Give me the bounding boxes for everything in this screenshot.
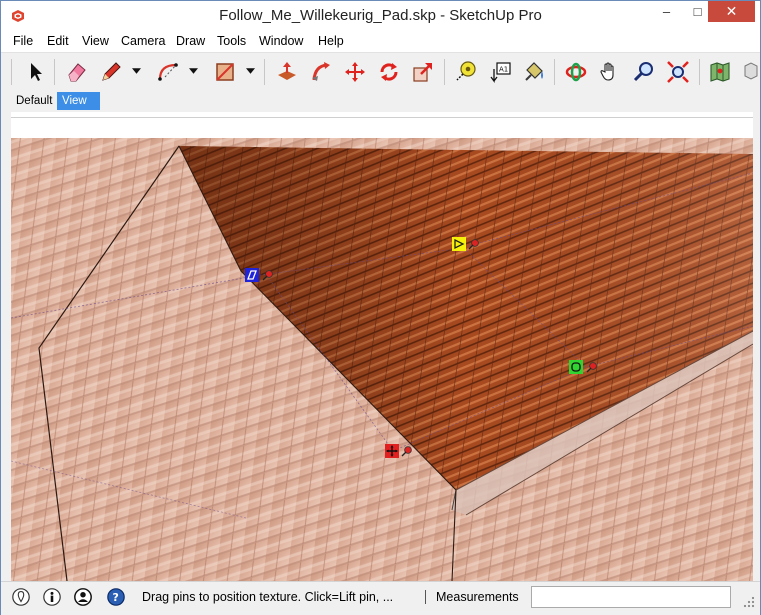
move-icon[interactable] — [341, 58, 369, 86]
toolbar-grip — [11, 59, 12, 85]
menu-view[interactable]: View — [82, 34, 109, 48]
menu-help[interactable]: Help — [318, 34, 344, 48]
toolbar-separator — [444, 59, 445, 85]
skew-pin-blue-icon[interactable] — [245, 268, 259, 282]
pushpin-icon — [586, 361, 598, 373]
pushpin-icon — [468, 238, 480, 250]
scale-icon[interactable] — [409, 58, 437, 86]
push-pull-icon[interactable] — [273, 58, 301, 86]
arc-dropdown-icon[interactable] — [188, 65, 198, 77]
pushpin-icon — [401, 445, 413, 457]
menu-file[interactable]: File — [13, 34, 33, 48]
measurements-label: Measurements — [436, 590, 519, 604]
rotate-icon[interactable] — [375, 58, 403, 86]
roof-tile-scene[interactable] — [11, 118, 753, 581]
measurements-input[interactable] — [531, 586, 731, 608]
menu-camera[interactable]: Camera — [121, 34, 165, 48]
scene-tabs: Default View — [1, 90, 760, 112]
orbit-icon[interactable] — [562, 58, 590, 86]
window-title: Follow_Me_Willekeurig_Pad.skp - SketchUp… — [219, 7, 542, 24]
app-window: Follow_Me_Willekeurig_Pad.skp - SketchUp… — [0, 0, 761, 615]
svg-text:A1: A1 — [499, 66, 508, 74]
status-separator — [425, 590, 426, 604]
menu-draw[interactable]: Draw — [176, 34, 205, 48]
eraser-icon[interactable] — [63, 58, 91, 86]
pencil-dropdown-icon[interactable] — [131, 65, 141, 77]
zoom-icon[interactable] — [630, 58, 658, 86]
component-icon[interactable] — [737, 58, 761, 86]
tape-measure-icon[interactable] — [452, 58, 480, 86]
svg-text:?: ? — [113, 591, 119, 604]
menu-window[interactable]: Window — [259, 34, 303, 48]
menu-edit[interactable]: Edit — [47, 34, 69, 48]
status-bar: ? Drag pins to position texture. Click=L… — [1, 581, 760, 615]
arc-icon[interactable] — [154, 58, 182, 86]
resize-grip-icon[interactable] — [741, 594, 755, 608]
map-icon[interactable] — [706, 58, 734, 86]
distort-pin-yellow-icon[interactable] — [452, 237, 466, 251]
pushpin-icon — [262, 269, 274, 281]
select-arrow-icon[interactable] — [22, 58, 50, 86]
rectangle-dropdown-icon[interactable] — [245, 65, 255, 77]
geo-location-icon[interactable] — [10, 586, 32, 608]
viewport-left-border — [1, 112, 11, 581]
title-bar: Follow_Me_Willekeurig_Pad.skp - SketchUp… — [1, 1, 760, 32]
toolbar-separator — [264, 59, 265, 85]
user-account-icon[interactable] — [72, 586, 94, 608]
viewport-right-border — [753, 112, 760, 581]
menu-tools[interactable]: Tools — [217, 34, 246, 48]
tab-default[interactable]: Default — [11, 92, 57, 110]
instructor-help-icon[interactable]: ? — [105, 586, 127, 608]
rectangle-icon[interactable] — [211, 58, 239, 86]
zoom-extents-icon[interactable] — [664, 58, 692, 86]
pencil-icon[interactable] — [97, 58, 125, 86]
model-viewport[interactable] — [11, 117, 753, 581]
credits-info-icon[interactable] — [41, 586, 63, 608]
toolbar-separator — [699, 59, 700, 85]
close-button[interactable]: ✕ — [708, 1, 755, 22]
toolbar-separator — [554, 59, 555, 85]
follow-me-icon[interactable] — [307, 58, 335, 86]
main-toolbar: A1 — [1, 52, 760, 92]
status-hint: Drag pins to position texture. Click=Lif… — [142, 590, 394, 604]
toolbar-separator — [54, 59, 55, 85]
text-label-icon[interactable]: A1 — [486, 58, 514, 86]
pan-hand-icon[interactable] — [596, 58, 624, 86]
menu-bar: File Edit View Camera Draw Tools Window … — [1, 32, 760, 52]
minimize-button[interactable]: – — [652, 1, 681, 22]
move-pin-red-icon[interactable] — [385, 444, 399, 458]
tab-view[interactable]: View — [57, 92, 100, 110]
paint-bucket-icon[interactable] — [520, 58, 548, 86]
scale-shear-pin-green-icon[interactable] — [569, 360, 583, 374]
